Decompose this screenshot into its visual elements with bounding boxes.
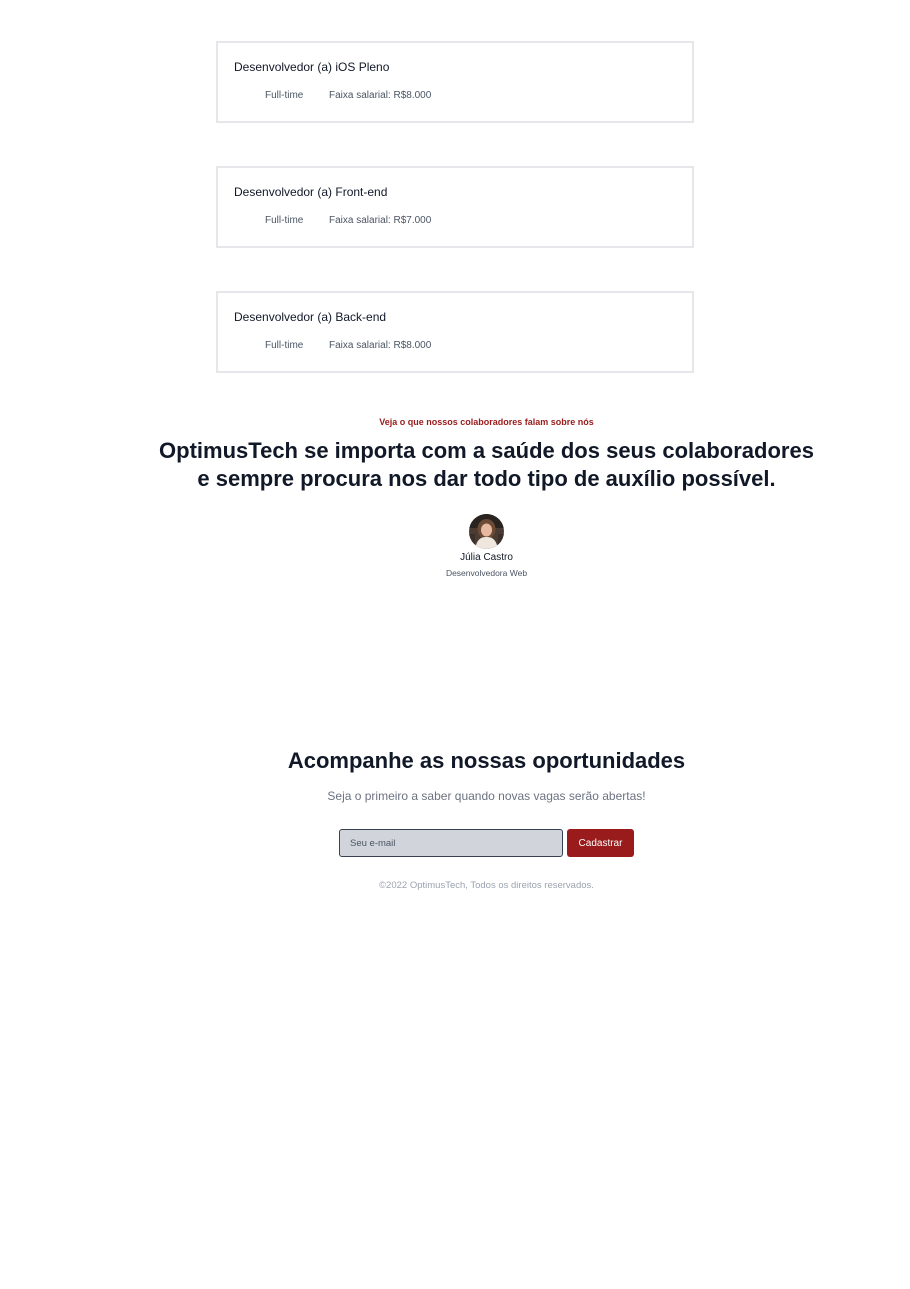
avatar [469,514,504,549]
author-name: Júlia Castro [460,552,513,563]
newsletter-title: Acompanhe as nossas oportunidades [287,748,686,773]
job-salary: Faixa salarial: R$7.000 [329,215,432,226]
person-photo-icon [469,514,504,549]
job-salary: Faixa salarial: R$8.000 [329,90,432,101]
job-card-backend[interactable]: Desenvolvedor (a) Back-end Full-time Fai… [216,291,694,373]
job-title: Desenvolvedor (a) Back-end [234,310,387,324]
email-input[interactable] [339,829,563,857]
job-type: Full-time [265,340,304,351]
newsletter-subtitle: Seja o primeiro a saber quando novas vag… [327,789,646,803]
job-salary: Faixa salarial: R$8.000 [329,340,432,351]
job-type: Full-time [265,90,304,101]
job-title: Desenvolvedor (a) iOS Pleno [234,60,390,74]
job-card-ios[interactable]: Desenvolvedor (a) iOS Pleno Full-time Fa… [216,41,694,123]
subscribe-button[interactable]: Cadastrar [567,829,634,857]
footer-copyright: ©2022 OptimusTech, Todos os direitos res… [379,880,594,891]
job-card-frontend[interactable]: Desenvolvedor (a) Front-end Full-time Fa… [216,166,694,248]
job-title: Desenvolvedor (a) Front-end [234,185,388,199]
testimonial-quote-line-1: OptimusTech se importa com a saúde dos s… [159,438,814,463]
testimonial-quote-line-2: e sempre procura nos dar todo tipo de au… [197,466,776,491]
testimonial-quote: OptimusTech se importa com a saúde dos s… [0,437,910,493]
job-type: Full-time [265,215,304,226]
testimonial-eyebrow: Veja o que nossos colaboradores falam so… [379,417,594,427]
author-role: Desenvolvedora Web [445,568,528,578]
